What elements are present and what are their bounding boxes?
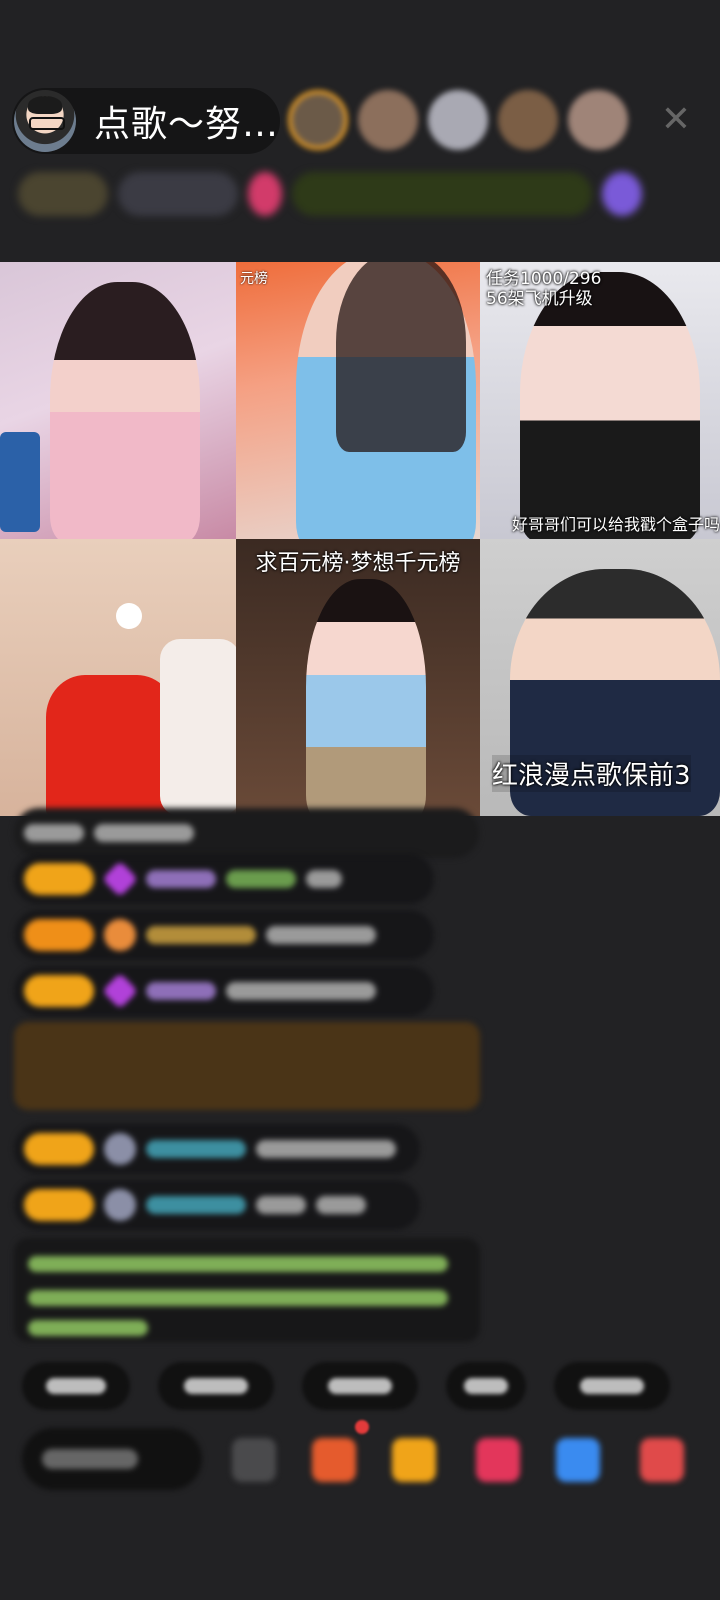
video-tile[interactable] (0, 539, 236, 816)
video-tile[interactable]: 求百元榜·梦想千元榜 (236, 539, 480, 816)
heat-badge[interactable] (118, 172, 238, 216)
video-tile[interactable]: 任务1000/296 56架飞机升级 好哥哥们可以给我戳个盒子吗 (480, 262, 720, 539)
hair (336, 262, 466, 452)
viewer-avatar[interactable] (498, 90, 558, 150)
gift-notice[interactable] (14, 1022, 480, 1110)
host-avatar[interactable] (14, 90, 76, 152)
blue-stool (0, 432, 40, 532)
chat-message[interactable] (14, 910, 434, 960)
close-icon[interactable]: ✕ (656, 100, 696, 140)
viewer-avatar[interactable] (358, 90, 418, 150)
level-badge (24, 919, 94, 951)
quick-reply-button[interactable] (158, 1362, 274, 1410)
red-chair (46, 675, 176, 816)
video-tile[interactable]: 红浪漫点歌保前3 (480, 539, 720, 816)
viewer-avatar[interactable] (568, 90, 628, 150)
game-icon[interactable] (556, 1438, 600, 1482)
heart-gift-icon[interactable] (476, 1438, 520, 1482)
vip-gem-icon (101, 860, 139, 898)
user-avatar (104, 1133, 136, 1165)
viewer-avatar[interactable] (428, 90, 488, 150)
room-info-row (18, 168, 708, 220)
multi-guest-video-grid: 元榜 任务1000/296 56架飞机升级 好哥哥们可以给我戳个盒子吗 求百元榜… (0, 262, 720, 816)
more-icon[interactable] (640, 1438, 684, 1482)
streamer-figure (306, 579, 426, 816)
quick-reply-button[interactable] (554, 1362, 670, 1410)
video-tile[interactable]: 元榜 (236, 262, 480, 539)
chat-message[interactable] (14, 1180, 420, 1230)
rank-badge[interactable] (18, 172, 108, 216)
rank-goal-text: 求百元榜·梦想千元榜 (255, 551, 461, 576)
chat-message[interactable] (14, 854, 434, 904)
viewer-avatar[interactable] (288, 90, 348, 150)
chat-input[interactable] (22, 1428, 202, 1490)
host-info-bar[interactable]: 点歌～努… (12, 88, 280, 154)
bottom-toolbar (0, 1428, 720, 1508)
streamer-figure (50, 282, 200, 539)
live-room-screen: 点歌～努… ✕ 元榜 任务1000/296 56架飞机升级 好哥哥们可以给我戳个… (0, 0, 720, 1600)
level-badge (24, 1133, 94, 1165)
quick-reply-button[interactable] (22, 1362, 130, 1410)
gift-box-icon[interactable] (312, 1438, 356, 1482)
user-avatar (104, 919, 136, 951)
chat-message[interactable] (14, 808, 479, 858)
level-badge (24, 1189, 94, 1221)
corner-badge: 元榜 (240, 271, 268, 287)
gift-icon[interactable] (248, 172, 282, 216)
video-tile[interactable] (0, 262, 236, 539)
quick-reply-button[interactable] (302, 1362, 418, 1410)
song-request-text: 红浪漫点歌保前3 (492, 755, 691, 792)
quick-reply-button[interactable] (446, 1362, 526, 1410)
chat-message[interactable] (14, 966, 434, 1016)
activity-icon[interactable] (602, 172, 642, 216)
level-badge (24, 863, 94, 895)
ceiling-lamp (116, 603, 142, 629)
top-viewers-list (288, 90, 628, 150)
vip-gem-icon (101, 972, 139, 1010)
quick-reply-row (22, 1362, 670, 1410)
user-avatar (104, 1189, 136, 1221)
streamer-figure (160, 639, 236, 816)
emoji-icon[interactable] (232, 1438, 276, 1482)
notification-dot (355, 1420, 369, 1434)
activity-banner[interactable] (292, 172, 592, 216)
level-badge (24, 975, 94, 1007)
system-notice (14, 1238, 480, 1342)
streamer-request-text: 好哥哥们可以给我戳个盒子吗 (512, 515, 720, 534)
red-packet-icon[interactable] (392, 1438, 436, 1482)
streamer-figure (520, 272, 700, 539)
host-name[interactable]: 点歌～努… (94, 95, 279, 147)
task-upgrade-text: 56架飞机升级 (486, 289, 593, 309)
chat-message[interactable] (14, 1124, 420, 1174)
